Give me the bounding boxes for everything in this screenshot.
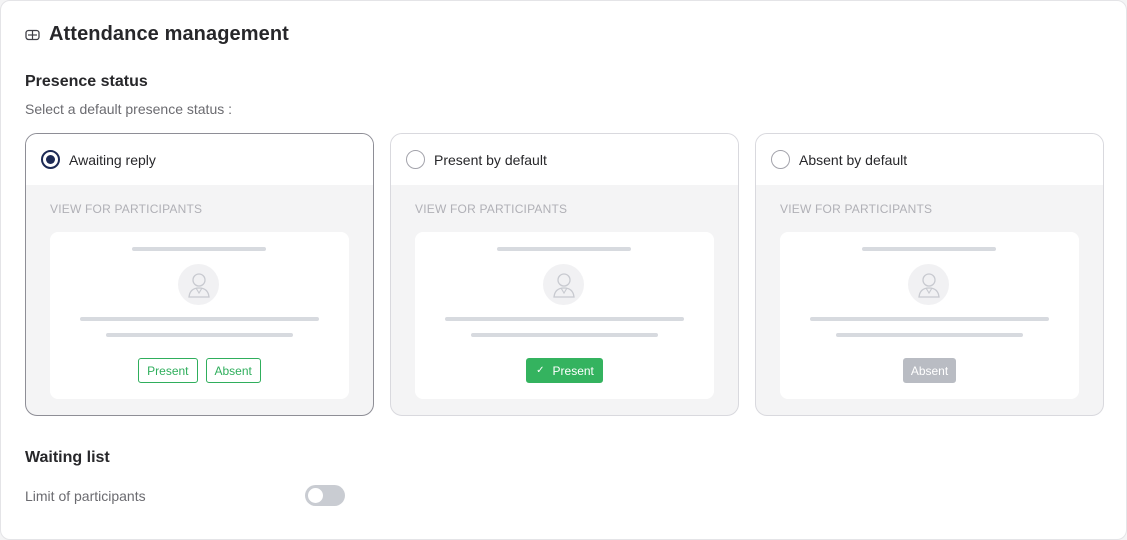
ticket-icon [25,27,41,43]
placeholder-line [497,247,631,251]
present-button-preview: ✓ Present [526,358,603,383]
toggle-knob [308,488,323,503]
placeholder-line [106,333,293,337]
avatar-placeholder-icon [543,264,584,305]
avatar-placeholder-icon [908,264,949,305]
option-present-by-default[interactable]: Present by default VIEW FOR PARTICIPANTS [390,133,739,416]
placeholder-line [132,247,266,251]
view-for-participants-label: VIEW FOR PARTICIPANTS [780,202,933,216]
waiting-list-title: Waiting list [25,449,110,466]
participant-preview: Absent [780,232,1079,399]
option-awaiting-reply[interactable]: Awaiting reply VIEW FOR PARTICIPANTS Pre… [25,133,374,416]
view-for-participants-label: VIEW FOR PARTICIPANTS [50,202,203,216]
option-label: Present by default [434,151,547,168]
present-button-label: Present [552,363,594,378]
option-label: Absent by default [799,151,908,168]
option-header[interactable]: Awaiting reply [26,134,373,185]
radio-present-by-default[interactable] [406,150,425,169]
radio-awaiting-reply[interactable] [41,150,60,169]
option-absent-by-default[interactable]: Absent by default VIEW FOR PARTICIPANTS [755,133,1104,416]
presence-status-subtitle: Select a default presence status : [25,101,233,117]
option-label: Awaiting reply [69,151,156,168]
placeholder-line [471,333,658,337]
page-title: Attendance management [49,23,289,45]
participant-preview: Present Absent [50,232,349,399]
section-header: Attendance management [25,23,289,46]
attendance-panel: Attendance management Presence status Se… [0,0,1127,540]
presence-status-title: Presence status [25,73,148,90]
absent-button-preview: Absent [902,358,957,383]
limit-of-participants-label: Limit of participants [25,488,146,504]
absent-button-preview: Absent [205,358,261,383]
option-header[interactable]: Present by default [391,134,738,185]
limit-participants-toggle[interactable] [305,485,345,506]
avatar-placeholder-icon [178,264,219,305]
checkmark-icon: ✓ [536,365,545,376]
placeholder-line [445,317,684,321]
option-header[interactable]: Absent by default [756,134,1103,185]
radio-absent-by-default[interactable] [771,150,790,169]
present-button-preview: Present [138,358,198,383]
placeholder-line [810,317,1049,321]
placeholder-line [836,333,1023,337]
participant-preview: ✓ Present [415,232,714,399]
placeholder-line [862,247,996,251]
placeholder-line [80,317,319,321]
view-for-participants-label: VIEW FOR PARTICIPANTS [415,202,568,216]
presence-options: Awaiting reply VIEW FOR PARTICIPANTS Pre… [25,133,1104,416]
